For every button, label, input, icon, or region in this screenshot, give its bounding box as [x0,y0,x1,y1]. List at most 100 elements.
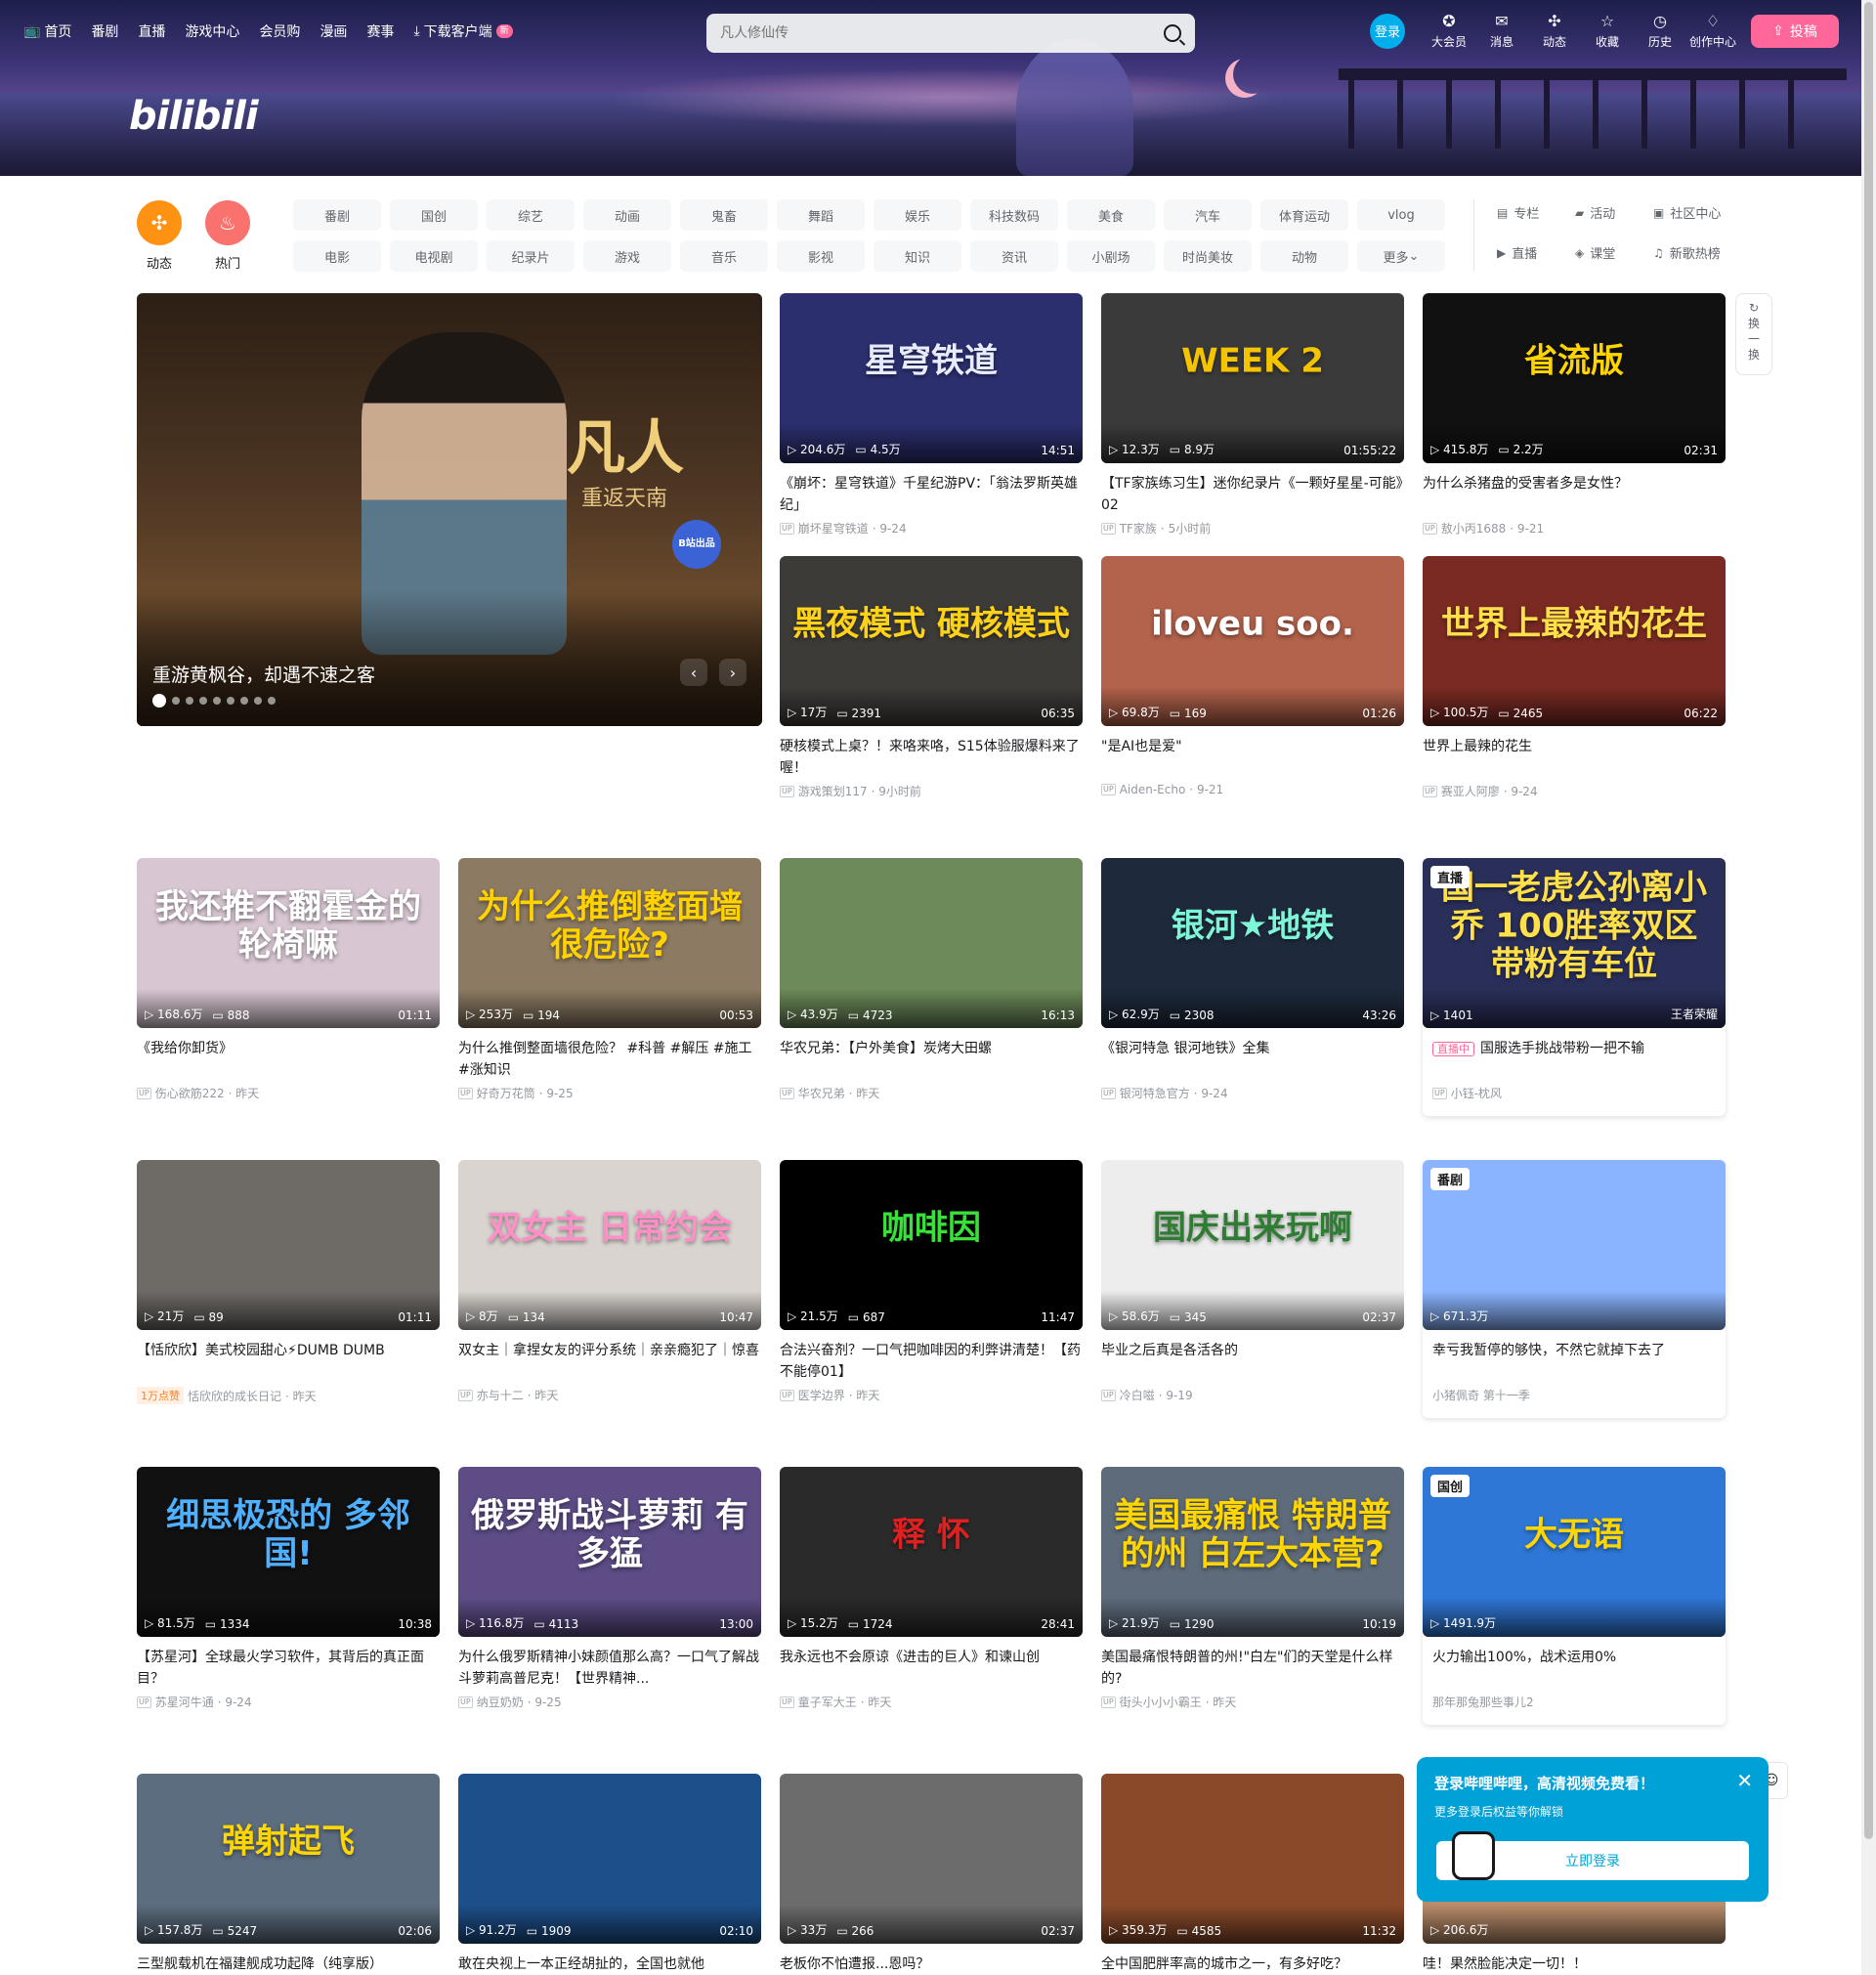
nav-favorite[interactable]: ☆ 收藏 [1581,12,1634,50]
channel-item[interactable]: 音乐 [680,240,768,272]
video-card[interactable]: WEEK 2 ▷ 12.3万 ▭ 8.9万 01:55:22 【TF家族练习生】迷你纪录… [1101,293,1404,537]
carousel-dot[interactable] [213,697,221,705]
video-title[interactable]: 全中国肥胖率高的城市之一，有多好吃？ [1101,1954,1404,1975]
video-card[interactable]: 美国最痛恨 特朗普的州 白左大本营? ▷ 21.9万 ▭ 1290 10:19 美国最痛… [1101,1467,1404,1710]
side-link[interactable]: ▰ 活动 [1575,203,1653,223]
video-card[interactable]: ▷ 43.9万 ▭ 4723 16:13 华农兄弟：【户外美食】炭烤大田螺 UP 华农兄弟… [780,858,1083,1101]
video-title[interactable]: 幸亏我暂停的够快，不然它就掉下去了 [1423,1340,1726,1383]
uploader-name[interactable]: 纳豆奶奶 [477,1694,524,1710]
nav-item-home[interactable]: 📺 首页 [23,21,71,41]
carousel-next-button[interactable]: › [719,659,746,686]
video-title[interactable]: 哇！果然脸能决定一切！！ [1423,1954,1726,1975]
uploader-name[interactable]: 游戏策划117 [798,783,868,799]
uploader-name[interactable]: 小猪佩奇 第十一季 [1432,1387,1530,1403]
video-title[interactable]: 老板你不怕遭报...恩吗？ [780,1954,1083,1975]
channel-item[interactable]: 电影 [293,240,381,272]
video-title[interactable]: 硬核模式上桌？！来咯来咯，S15体验服爆料来了喔！ [780,736,1083,779]
video-card[interactable]: 双女主 日常约会 ▷ 8万 ▭ 134 10:47 双女主｜拿捏女友的评分系统｜亲亲瘾犯… [458,1160,761,1403]
uploader-name[interactable]: 恬欣欣的成长日记 [188,1388,281,1404]
carousel-dot[interactable] [254,697,262,705]
video-title[interactable]: 为什么杀猪盘的受害者多是女性？ [1423,473,1726,516]
bilibili-logo[interactable]: bilibili [129,94,259,139]
uploader-name[interactable]: 小钰-枕风 [1451,1085,1502,1101]
nav-message[interactable]: ✉ 消息 [1475,12,1528,50]
uploader-name[interactable]: 医学边界 [798,1387,845,1403]
video-card[interactable]: ▷ 21万 ▭ 89 01:11 【恬欣欣】美式校园甜心⚡DUMB DUMB 1万点赞恬… [137,1160,440,1404]
video-thumbnail[interactable]: ▷ 21万 ▭ 89 01:11 [137,1160,440,1330]
channel-item[interactable]: 时尚美妆 [1164,240,1252,272]
video-card[interactable]: iloveu soo. ▷ 69.8万 ▭ 169 01:26 "是AI也是爱" UP Ai… [1101,556,1404,796]
upload-button[interactable]: ⇪ 投稿 [1751,15,1839,48]
channel-item[interactable]: 科技数码 [970,199,1058,231]
channel-item[interactable]: 动物 [1260,240,1348,272]
video-title[interactable]: 毕业之后真是各活各的 [1101,1340,1404,1383]
carousel-dot[interactable] [240,697,248,705]
uploader-name[interactable]: 亦与十二 [477,1387,524,1403]
video-title[interactable]: 为什么俄罗斯精神小妹颜值那么高？一口气了解战斗萝莉高普尼克！【世界精神... [458,1647,761,1690]
video-title[interactable]: 美国最痛恨特朗普的州!"白左"们的天堂是什么样的? [1101,1647,1404,1690]
video-title[interactable]: 《我给你卸货》 [137,1038,440,1081]
video-title[interactable]: 【苏星河】全球最火学习软件，其背后的真正面目？ [137,1647,440,1690]
video-card[interactable]: ▷ 359.3万 ▭ 4585 11:32 全中国肥胖率高的城市之一，有多好吃？ [1101,1774,1404,1975]
side-link[interactable]: ▶ 直播 [1497,243,1575,263]
video-title[interactable]: 华农兄弟：【户外美食】炭烤大田螺 [780,1038,1083,1081]
uploader-name[interactable]: 那年那兔那些事儿2 [1432,1694,1534,1710]
nav-history[interactable]: ◷ 历史 [1634,12,1686,50]
video-thumbnail[interactable]: 俄罗斯战斗萝莉 有多猛 ▷ 116.8万 ▭ 4113 13:00 [458,1467,761,1637]
uploader-name[interactable]: 冷白嗞 [1120,1387,1155,1403]
nav-vip[interactable]: ✪ 大会员 [1423,12,1475,50]
video-thumbnail[interactable]: 细思极恐的 多邻国! ▷ 81.5万 ▭ 1334 10:38 [137,1467,440,1637]
channel-item[interactable]: 体育运动 [1260,199,1348,231]
uploader-name[interactable]: 苏星河牛通 [155,1694,214,1710]
video-card[interactable]: 我还推不翻霍金的轮椅嘛 ▷ 168.6万 ▭ 888 01:11 《我给你卸货》 UP 伤心… [137,858,440,1101]
quick-hot[interactable]: ♨ 热门 [205,200,250,272]
video-card[interactable]: ▷ 33万 ▭ 266 02:37 老板你不怕遭报...恩吗？ [780,1774,1083,1975]
video-thumbnail[interactable]: 星穹铁道 ▷ 204.6万 ▭ 4.5万 14:51 [780,293,1083,463]
channel-item[interactable]: 舞蹈 [777,199,865,231]
video-thumbnail[interactable]: 咖啡因 ▷ 21.5万 ▭ 687 11:47 [780,1160,1083,1330]
video-thumbnail[interactable]: 美国最痛恨 特朗普的州 白左大本营? ▷ 21.9万 ▭ 1290 10:19 [1101,1467,1404,1637]
channel-item[interactable]: 综艺 [487,199,575,231]
video-thumbnail[interactable]: 国庆出来玩啊 ▷ 58.6万 ▭ 345 02:37 [1101,1160,1404,1330]
video-card[interactable]: 释 怀 ▷ 15.2万 ▭ 1724 28:41 我永远也不会原谅《进击的巨人》和谏山创… [780,1467,1083,1710]
video-thumbnail[interactable]: 双女主 日常约会 ▷ 8万 ▭ 134 10:47 [458,1160,761,1330]
carousel-dot[interactable] [199,697,207,705]
channel-item[interactable]: 汽车 [1164,199,1252,231]
video-title[interactable]: 《银河特急 银河地铁》全集 [1101,1038,1404,1081]
channel-item[interactable]: 纪录片 [487,240,575,272]
video-thumbnail[interactable]: 黑夜模式 硬核模式 ▷ 17万 ▭ 2391 06:35 [780,556,1083,726]
nav-item-download[interactable]: ⤓ 下载客户端新 [413,21,513,41]
uploader-name[interactable]: 敖小丙1688 [1441,520,1507,537]
carousel-dot[interactable] [268,697,276,705]
nav-item-live[interactable]: 直播 [138,21,165,41]
channel-item[interactable]: 影视 [777,240,865,272]
uploader-name[interactable]: 赛亚人阿廖 [1441,783,1500,799]
video-thumbnail[interactable]: ▷ 359.3万 ▭ 4585 11:32 [1101,1774,1404,1944]
video-thumbnail[interactable]: 我还推不翻霍金的轮椅嘛 ▷ 168.6万 ▭ 888 01:11 [137,858,440,1028]
video-title[interactable]: 火力输出100%，战术运用0% [1423,1647,1726,1690]
video-thumbnail[interactable]: 为什么推倒整面墙很危险? ▷ 253万 ▭ 194 00:53 [458,858,761,1028]
video-title[interactable]: 合法兴奋剂？一口气把咖啡因的利弊讲清楚！【药不能停01】 [780,1340,1083,1383]
video-thumbnail[interactable]: 番剧 ▷ 671.3万 [1423,1160,1726,1330]
nav-item-esports[interactable]: 赛事 [366,21,394,41]
video-thumbnail[interactable]: 大无语 国创 ▷ 1491.9万 [1423,1467,1726,1637]
uploader-name[interactable]: TF家族 [1120,520,1157,537]
uploader-name[interactable]: 银河特急官方 [1120,1085,1190,1101]
channel-item[interactable]: 更多 ⌄ [1357,240,1445,272]
carousel-title[interactable]: 重游黄枫谷，却遇不速之客 [152,661,375,687]
video-card[interactable]: 省流版 ▷ 415.8万 ▭ 2.2万 02:31 为什么杀猪盘的受害者多是女性？ UP 敖… [1423,293,1726,537]
scrollbar-thumb[interactable] [1864,2,1873,1839]
video-title[interactable]: 【TF家族练习生】迷你纪录片《一颗好星星-可能》02 [1101,473,1404,516]
carousel-dot[interactable] [152,694,166,708]
nav-item-game-center[interactable]: 游戏中心 [185,21,239,41]
carousel-prev-button[interactable]: ‹ [680,659,707,686]
uploader-name[interactable]: 崩坏星穹铁道 [798,520,869,537]
video-thumbnail[interactable]: iloveu soo. ▷ 69.8万 ▭ 169 01:26 [1101,556,1404,726]
video-card[interactable]: 大无语 国创 ▷ 1491.9万火力输出100%，战术运用0% 那年那兔那些事儿2 [1423,1467,1726,1725]
channel-item[interactable]: 娱乐 [874,199,961,231]
video-thumbnail[interactable]: 国一老虎公孙离小乔 100胜率双区带粉有车位 直播 ▷ 1401 王者荣耀 [1423,858,1726,1028]
uploader-name[interactable]: 好奇万花筒 [477,1085,535,1101]
video-card[interactable]: 国庆出来玩啊 ▷ 58.6万 ▭ 345 02:37 毕业之后真是各活各的 UP 冷白嗞 · … [1101,1160,1404,1403]
channel-item[interactable]: 电视剧 [390,240,478,272]
side-link[interactable]: ▣ 社区中心 [1653,203,1761,223]
